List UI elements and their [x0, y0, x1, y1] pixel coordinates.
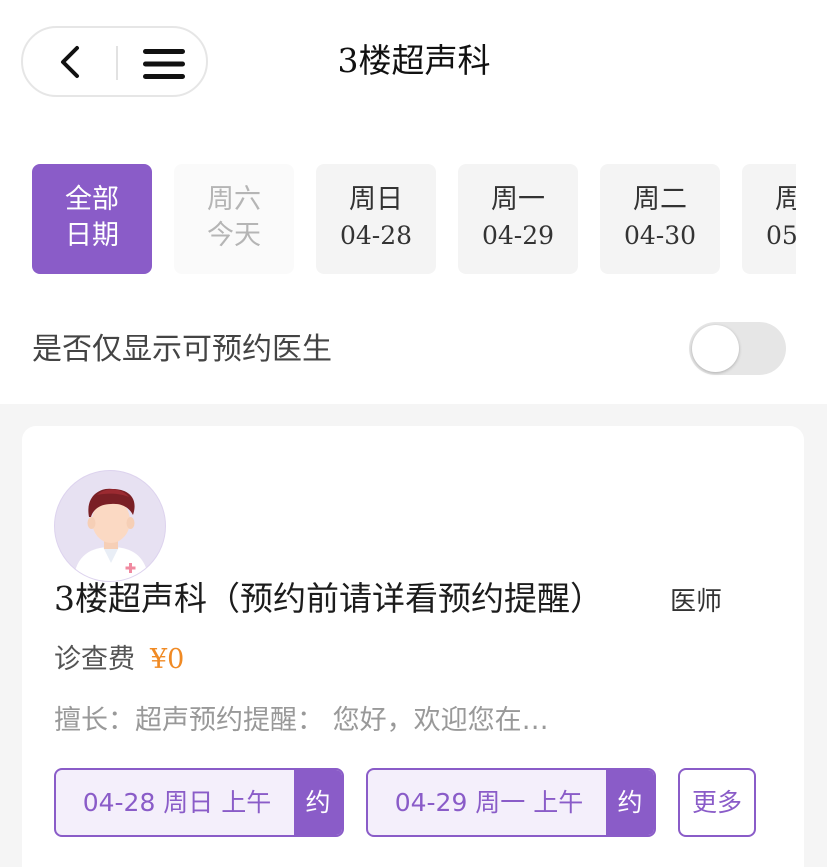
page-title: 3楼超声科: [337, 41, 491, 80]
doctor-avatar-icon: [54, 470, 166, 582]
slot-label: 04-29 周一 上午: [394, 788, 584, 817]
doctor-card[interactable]: 3楼超声科（预约前请详看预约提醒） 医师 诊查费 ¥0 擅长：超声预约提醒： 您…: [22, 426, 804, 867]
capsule-divider: [116, 46, 118, 80]
available-only-label: 是否仅显示可预约医生: [32, 332, 332, 367]
date-tab-all[interactable]: 全部 日期: [32, 164, 152, 274]
fee-value: ¥0: [150, 644, 185, 675]
date-tab[interactable]: 周日 04-28: [316, 164, 436, 274]
appointment-slot[interactable]: 04-28 周日 上午 约: [54, 768, 344, 837]
doctor-name: 3楼超声科（预约前请详看预约提醒）: [54, 579, 603, 618]
fee-label: 诊查费: [54, 644, 135, 675]
more-slots-button[interactable]: 更多: [678, 768, 756, 837]
nav-header: 3楼超声科: [0, 0, 827, 125]
doctor-title: 医师: [670, 587, 723, 617]
appointment-slot[interactable]: 04-29 周一 上午 约: [366, 768, 656, 837]
date-tab[interactable]: 周二 04-30: [600, 164, 720, 274]
slot-label: 04-28 周日 上午: [82, 788, 272, 817]
date-selector: 全部 日期 周六 今天 周日 04-28 周一 04-29 周二 04-30 周…: [32, 164, 796, 274]
available-only-toggle[interactable]: [689, 322, 786, 375]
hamburger-menu-icon[interactable]: [143, 49, 185, 79]
slot-book-badge: 约: [294, 770, 342, 835]
slot-book-badge: 约: [606, 770, 654, 835]
toggle-knob: [692, 325, 739, 372]
doctor-specialty: 擅长：超声预约提醒： 您好，欢迎您在…: [54, 705, 549, 736]
date-tab[interactable]: 周三 05-01: [742, 164, 796, 274]
date-tab-today[interactable]: 周六 今天: [174, 164, 294, 274]
chevron-left-icon[interactable]: [53, 44, 89, 80]
date-tab[interactable]: 周一 04-29: [458, 164, 578, 274]
nav-capsule: [21, 26, 208, 97]
